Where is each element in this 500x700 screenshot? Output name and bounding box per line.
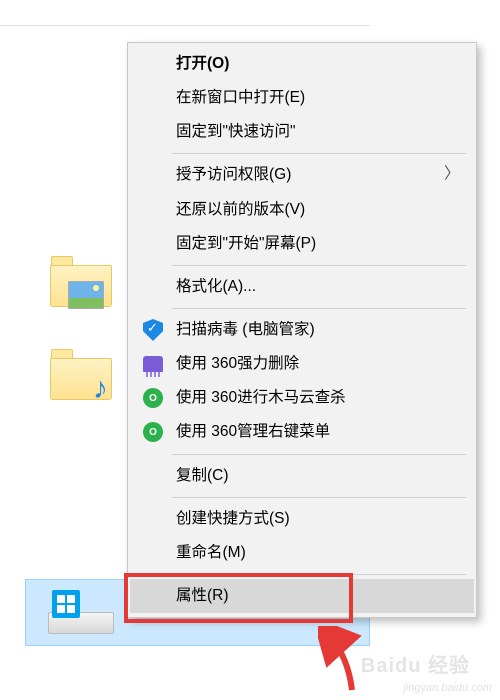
shield-icon (142, 319, 164, 341)
360-icon: O (142, 421, 164, 443)
shredder-icon (142, 353, 164, 375)
music-folder-icon[interactable]: ♪ (50, 348, 112, 400)
pictures-folder-icon[interactable] (50, 255, 112, 307)
360-icon: O (142, 387, 164, 409)
menu-pin-start[interactable]: 固定到"开始"屏幕(P) (130, 227, 474, 261)
menu-label: 使用 360强力删除 (176, 354, 299, 374)
menu-360-force-delete[interactable]: 使用 360强力删除 (130, 347, 474, 381)
menu-label: 授予访问权限(G) (176, 165, 291, 185)
menu-create-shortcut[interactable]: 创建快捷方式(S) (130, 502, 474, 536)
menu-label: 使用 360进行木马云查杀 (176, 388, 346, 408)
menu-360-manage-context[interactable]: O 使用 360管理右键菜单 (130, 415, 474, 449)
menu-properties[interactable]: 属性(R) (130, 579, 474, 613)
menu-label: 重命名(M) (176, 543, 246, 563)
menu-separator (172, 308, 466, 309)
menu-label: 扫描病毒 (电脑管家) (176, 320, 315, 340)
menu-label: 格式化(A)... (176, 277, 256, 297)
menu-label: 还原以前的版本(V) (176, 200, 305, 220)
chevron-right-icon: 〉 (444, 165, 460, 186)
menu-open[interactable]: 打开(O) (130, 47, 474, 81)
menu-360-trojan-scan[interactable]: O 使用 360进行木马云查杀 (130, 381, 474, 415)
menu-label: 复制(C) (176, 466, 229, 486)
menu-label: 固定到"快速访问" (176, 122, 296, 142)
menu-copy[interactable]: 复制(C) (130, 459, 474, 493)
music-note-icon: ♪ (93, 374, 108, 404)
menu-label: 固定到"开始"屏幕(P) (176, 234, 316, 254)
menu-scan-virus[interactable]: 扫描病毒 (电脑管家) (130, 313, 474, 347)
watermark-logo: Baidu 经验 (361, 649, 470, 678)
menu-open-new-window[interactable]: 在新窗口中打开(E) (130, 81, 474, 115)
picture-thumbnail (68, 281, 104, 309)
menu-restore-versions[interactable]: 还原以前的版本(V) (130, 193, 474, 227)
menu-separator (172, 454, 466, 455)
watermark-url: jingyan.baidu.com (403, 682, 492, 694)
drive-icon (48, 586, 114, 634)
menu-separator (172, 497, 466, 498)
menu-label: 使用 360管理右键菜单 (176, 422, 330, 442)
windows-logo-icon (52, 590, 80, 618)
menu-separator (172, 265, 466, 266)
menu-label: 打开(O) (176, 54, 229, 74)
menu-label: 在新窗口中打开(E) (176, 88, 305, 108)
menu-separator (172, 153, 466, 154)
menu-rename[interactable]: 重命名(M) (130, 536, 474, 570)
menu-label: 创建快捷方式(S) (176, 509, 290, 529)
menu-separator (172, 574, 466, 575)
divider (0, 25, 370, 26)
menu-format[interactable]: 格式化(A)... (130, 270, 474, 304)
menu-grant-access[interactable]: 授予访问权限(G) 〉 (130, 158, 474, 192)
menu-label: 属性(R) (176, 586, 229, 606)
menu-pin-quick-access[interactable]: 固定到"快速访问" (130, 115, 474, 149)
context-menu: 打开(O) 在新窗口中打开(E) 固定到"快速访问" 授予访问权限(G) 〉 还… (127, 42, 477, 618)
